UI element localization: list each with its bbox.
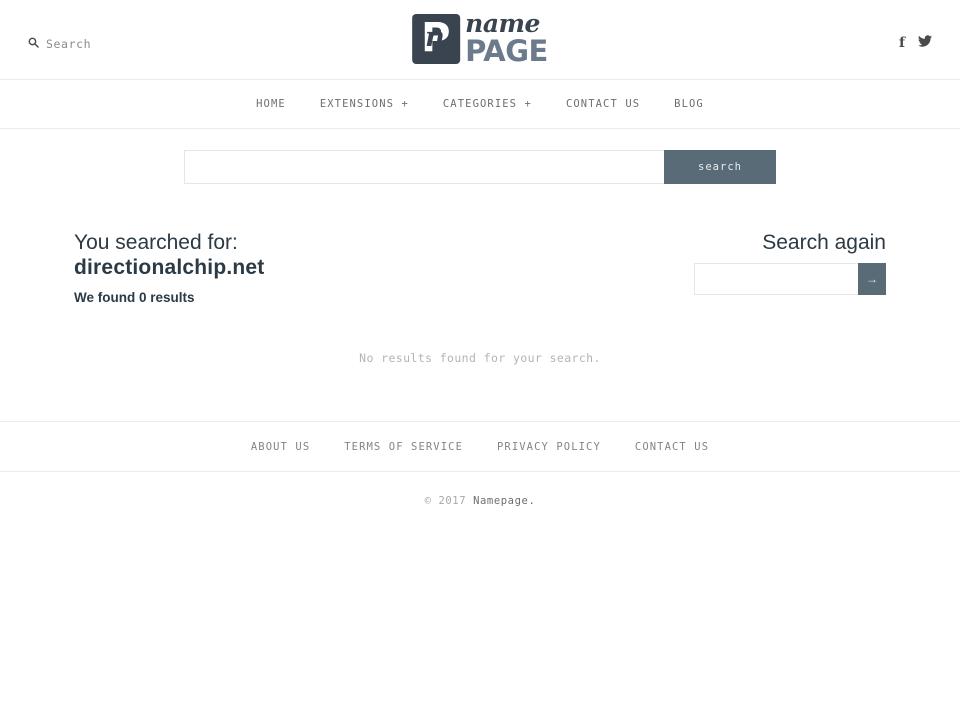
footer-link-terms-of-service[interactable]: TERMS OF SERVICE <box>327 441 480 453</box>
footer-navigation: ABOUT US TERMS OF SERVICE PRIVACY POLICY… <box>0 422 960 472</box>
logo-n-script-glyph: n <box>425 21 445 53</box>
header-search-toggle[interactable]: Search <box>28 37 91 51</box>
search-again-form: → <box>694 263 886 295</box>
search-button[interactable]: search <box>664 150 776 184</box>
nav-item-home[interactable]: HOME <box>239 98 303 110</box>
footer-link-about-us[interactable]: ABOUT US <box>234 441 327 453</box>
search-again-title: Search again <box>762 231 886 254</box>
nav-item-categories[interactable]: CATEGORIES + <box>426 98 549 110</box>
logo-word-page: PAGE <box>465 34 548 68</box>
logo-wordmark: name PAGE <box>465 11 548 66</box>
results-heading-block: You searched for: directionalchip.net We… <box>74 231 265 305</box>
main-navigation: HOME EXTENSIONS + CATEGORIES + CONTACT U… <box>0 80 960 129</box>
results-count: We found 0 results <box>74 290 195 305</box>
search-icon <box>28 37 39 51</box>
no-results-message: No results found for your search. <box>359 351 601 365</box>
nav-item-extensions[interactable]: EXTENSIONS + <box>303 98 426 110</box>
domain-search-form: search <box>184 150 776 184</box>
copyright-prefix: © 2017 <box>424 495 474 507</box>
social-links: f <box>899 34 932 52</box>
search-zone: search <box>0 129 960 184</box>
top-bar: Search P n name PAGE f <box>0 0 960 80</box>
facebook-icon[interactable]: f <box>899 35 905 51</box>
search-results-section: You searched for: directionalchip.net We… <box>74 184 886 365</box>
logo-word-name: name <box>465 9 540 38</box>
nav-item-contact-us[interactable]: CONTACT US <box>549 98 657 110</box>
search-again-submit-button[interactable]: → <box>858 263 886 295</box>
copyright-line: © 2017 Namepage. <box>0 472 960 507</box>
copyright-brand: Namepage. <box>473 495 536 507</box>
nav-item-blog[interactable]: BLOG <box>657 98 721 110</box>
footer-link-contact-us[interactable]: CONTACT US <box>618 441 726 453</box>
logo-mark-icon: P n <box>412 13 461 64</box>
site-logo[interactable]: P n name PAGE <box>412 11 548 66</box>
search-again-input[interactable] <box>694 263 858 295</box>
search-input[interactable] <box>184 150 664 184</box>
searched-for-label: You searched for: <box>74 231 238 254</box>
header-search-label: Search <box>46 37 92 51</box>
searched-term: directionalchip.net <box>74 256 265 279</box>
footer-link-privacy-policy[interactable]: PRIVACY POLICY <box>480 441 618 453</box>
search-again-block: Search again → <box>694 231 886 295</box>
twitter-icon[interactable] <box>918 34 932 52</box>
